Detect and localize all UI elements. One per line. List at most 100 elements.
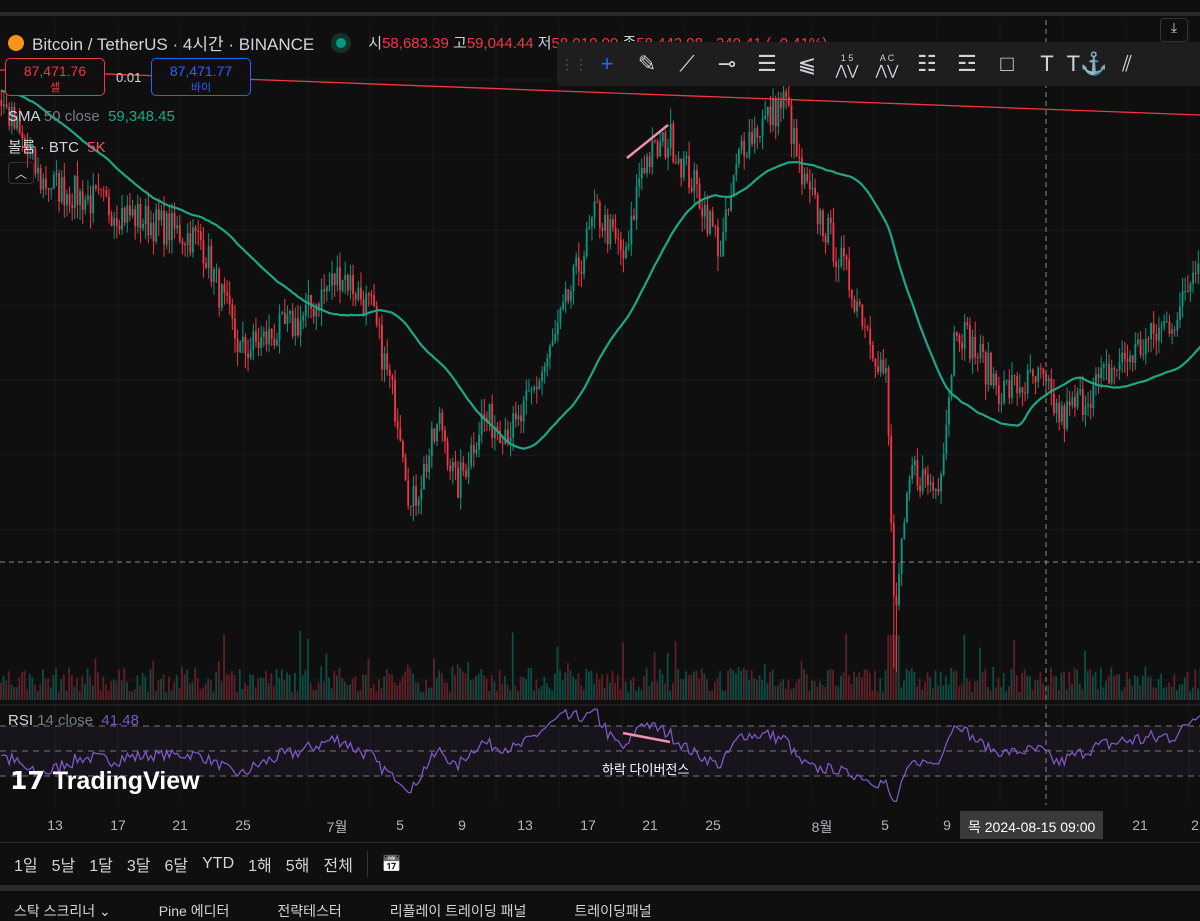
volume-bar [1126, 672, 1128, 700]
candle-body [426, 464, 428, 472]
fib-retracement-icon[interactable]: ☷ [909, 46, 945, 82]
range-button[interactable]: 1일 [14, 852, 38, 876]
candle-body [45, 179, 47, 189]
candle-body [720, 256, 722, 257]
volume-bar [958, 687, 960, 700]
candle [846, 254, 848, 270]
candle-body [455, 462, 457, 468]
candle [279, 305, 281, 354]
candle-body [473, 445, 475, 453]
volume-bar [984, 669, 986, 700]
rsi-legend[interactable]: RSI 14 close 41.48 [8, 712, 139, 729]
range-button[interactable]: 3달 [127, 852, 151, 876]
candle [1069, 391, 1071, 417]
fib-extension-icon[interactable]: ☲ [949, 46, 985, 82]
multi-line-icon[interactable]: ⫽ [1109, 46, 1145, 82]
brush-icon[interactable]: ✎ [629, 46, 665, 82]
candle [725, 198, 727, 241]
candle-body [205, 263, 207, 268]
text-icon[interactable]: T [1029, 46, 1065, 82]
candle [45, 166, 47, 195]
candle [762, 110, 764, 149]
collapse-legend-button[interactable]: ︿ [8, 162, 34, 184]
bottom-tab[interactable]: 리플레이 트레이딩 패널 [390, 901, 527, 913]
candle-body [111, 215, 113, 226]
tradingview-logo[interactable]: 𝟭𝟳TradingView [10, 766, 200, 796]
rectangle-icon[interactable]: □ [989, 46, 1025, 82]
parallel-channel-icon[interactable]: ☰ [749, 46, 785, 82]
xabcd-pattern-icon[interactable]: 1 5⋀⋁ [829, 46, 865, 82]
candle [672, 121, 674, 164]
pitchfork-icon[interactable]: ⫹ [789, 46, 825, 82]
candle-body [1161, 326, 1163, 328]
bottom-tab[interactable]: Pine 에디터 [159, 901, 230, 913]
candle-body [378, 325, 380, 326]
candle-body [749, 132, 751, 155]
time-tick: 5 [881, 817, 889, 833]
crosshair-icon[interactable]: + [589, 46, 625, 82]
volume-bar [5, 681, 7, 700]
candle [995, 370, 997, 395]
range-button[interactable]: 5해 [286, 852, 310, 876]
range-button[interactable]: 1달 [89, 852, 113, 876]
candle [817, 193, 819, 235]
volume-bar [299, 631, 301, 700]
time-axis[interactable]: 131721257월59131721258월59212목 2024-08-15 … [0, 805, 1200, 843]
volume-bar [438, 671, 440, 700]
candle [1190, 281, 1192, 301]
range-button[interactable]: 6달 [165, 852, 189, 876]
volume-bar [326, 654, 328, 700]
range-button[interactable]: 전체 [323, 852, 352, 876]
volume-bar [517, 691, 519, 700]
symbol-title[interactable]: Bitcoin / TetherUS · 4시간 · BINANCE [32, 30, 314, 55]
candle-body [216, 269, 218, 270]
candle [812, 173, 814, 196]
bottom-tab[interactable]: 스탁 스크리너 ⌄ [14, 901, 111, 913]
sell-button[interactable]: 87,471.76셀 [5, 58, 105, 96]
volume-bar [207, 678, 209, 700]
volume-bar [572, 677, 574, 700]
candle-body [1035, 376, 1037, 382]
candle-body [596, 202, 598, 203]
volume-bar [1116, 675, 1118, 700]
trendline-icon[interactable]: ⟋ [669, 46, 705, 82]
horizontal-ray-icon[interactable]: ⊸ [709, 46, 745, 82]
bottom-tab[interactable]: 트레이딩패널 [574, 901, 651, 913]
sma-legend[interactable]: SMA 50 close 59,348.45 [8, 108, 175, 125]
buy-button[interactable]: 87,471.77바이 [151, 58, 251, 96]
divergence-annotation[interactable]: 하락 다이버전스 [602, 759, 689, 778]
range-button[interactable]: YTD [202, 855, 234, 873]
volume-bar [953, 671, 955, 700]
anchored-text-icon[interactable]: T⚓ [1069, 46, 1105, 82]
candle-body [428, 456, 430, 472]
goto-date-icon[interactable]: 📅 [382, 854, 402, 874]
candle [1011, 362, 1013, 403]
range-button[interactable]: 1해 [248, 852, 272, 876]
candle-body [53, 175, 55, 189]
volume-bar [874, 671, 876, 700]
volume-bar [979, 648, 981, 700]
candle-body [512, 413, 514, 437]
candle [814, 178, 816, 198]
candle-body [1029, 370, 1031, 371]
volume-bar [575, 679, 577, 700]
volume-bar [601, 674, 603, 700]
download-icon[interactable]: ⤓ [1160, 18, 1188, 42]
range-button[interactable]: 5날 [52, 852, 76, 876]
candle [66, 190, 68, 217]
candle-body [489, 404, 491, 422]
candle-body [58, 173, 60, 202]
volume-bar [215, 672, 217, 700]
chart-area[interactable]: Bitcoin / TetherUS · 4시간 · BINANCE 시58,6… [0, 20, 1200, 805]
volume-legend[interactable]: 볼륨 · BTC 5K [8, 136, 106, 157]
candle-body [594, 202, 596, 218]
grip-icon[interactable]: ⋮⋮ [563, 46, 585, 82]
abcd-pattern-icon[interactable]: A C⋀⋁ [869, 46, 905, 82]
volume-bar [971, 692, 973, 700]
bottom-tab[interactable]: 전략테스터 [277, 901, 341, 913]
volume-bar [404, 672, 406, 700]
candle-body [392, 376, 394, 380]
candle-body [266, 331, 268, 344]
candle [945, 410, 947, 461]
chart-canvas[interactable] [0, 20, 1200, 805]
